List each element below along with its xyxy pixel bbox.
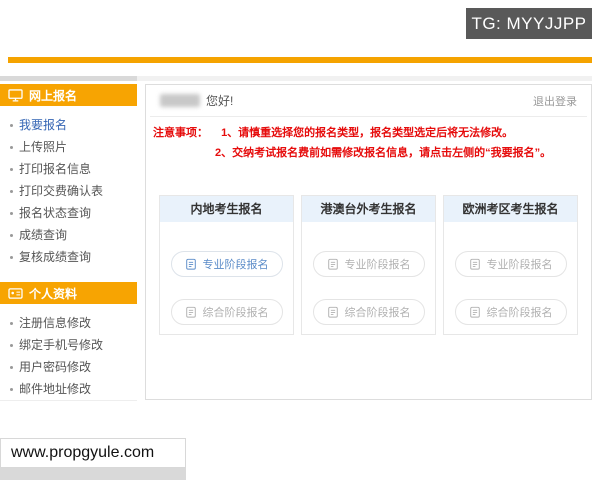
document-icon bbox=[469, 306, 480, 318]
sidebar-item-edit-email[interactable]: 邮件地址修改 bbox=[0, 378, 137, 400]
card-europe: 欧洲考区考生报名 专业阶段报名 综合阶段报名 bbox=[443, 195, 578, 335]
sidebar-item-score-review-query[interactable]: 复核成绩查询 bbox=[0, 246, 137, 268]
sidebar-item-edit-registration-info[interactable]: 注册信息修改 bbox=[0, 312, 137, 334]
bullet-dot bbox=[10, 343, 13, 347]
document-icon bbox=[185, 258, 196, 270]
sidebar-item-print-registration-info[interactable]: 打印报名信息 bbox=[0, 158, 137, 180]
bullet-dot bbox=[10, 233, 13, 237]
user-name-redacted bbox=[160, 94, 200, 107]
sidebar-menu-personal: 注册信息修改 绑定手机号修改 用户密码修改 邮件地址修改 bbox=[0, 312, 137, 400]
hmt-professional-stage-button[interactable]: 专业阶段报名 bbox=[312, 251, 425, 277]
card-body: 专业阶段报名 综合阶段报名 bbox=[302, 222, 435, 333]
top-watermark-badge: TG: MYYJJPP bbox=[466, 8, 592, 39]
sidebar-item-edit-phone-number[interactable]: 绑定手机号修改 bbox=[0, 334, 137, 356]
greeting-text: 您好! bbox=[206, 94, 234, 108]
monitor-icon bbox=[8, 88, 23, 102]
sidebar-item-registration-status-query[interactable]: 报名状态查询 bbox=[0, 202, 137, 224]
sidebar-item-print-payment-confirmation[interactable]: 打印交费确认表 bbox=[0, 180, 137, 202]
card-mainland: 内地考生报名 专业阶段报名 综合阶段报名 bbox=[159, 195, 294, 335]
bullet-dot bbox=[10, 123, 13, 127]
notice-item: 1、请慎重选择您的报名类型，报名类型选定后将无法修改。 bbox=[221, 127, 514, 139]
bullet-dot bbox=[10, 145, 13, 149]
sidebar: 网上报名 我要报名 上传照片 打印报名信息 打印交费确认表 报名状态查询 成绩查… bbox=[0, 84, 137, 401]
main-panel: 您好! 退出登录 注意事项： 1、请慎重选择您的报名类型，报名类型选定后将无法修… bbox=[145, 84, 592, 400]
card-body: 专业阶段报名 综合阶段报名 bbox=[160, 222, 293, 333]
sidebar-item-edit-password[interactable]: 用户密码修改 bbox=[0, 356, 137, 378]
bottom-watermark: www.propgyule.com bbox=[0, 438, 186, 468]
hmt-comprehensive-stage-button[interactable]: 综合阶段报名 bbox=[312, 299, 425, 325]
document-icon bbox=[327, 258, 338, 270]
bullet-dot bbox=[10, 321, 13, 325]
bullet-dot bbox=[10, 189, 13, 193]
europe-comprehensive-stage-button[interactable]: 综合阶段报名 bbox=[454, 299, 567, 325]
document-icon bbox=[185, 306, 196, 318]
mainland-professional-stage-button[interactable]: 专业阶段报名 bbox=[170, 251, 283, 277]
europe-professional-stage-button[interactable]: 专业阶段报名 bbox=[454, 251, 567, 277]
mainland-comprehensive-stage-button[interactable]: 综合阶段报名 bbox=[170, 299, 283, 325]
bullet-dot bbox=[10, 255, 13, 259]
sidebar-section-personal-info: 个人资料 bbox=[0, 282, 137, 304]
notice-line-1: 注意事项： 1、请慎重选择您的报名类型，报名类型选定后将无法修改。 bbox=[153, 123, 583, 143]
card-title: 港澳台外考生报名 bbox=[302, 196, 435, 222]
card-title: 内地考生报名 bbox=[160, 196, 293, 222]
id-card-icon bbox=[8, 287, 23, 299]
notice-item: 2、交纳考试报名费前如需修改报名信息，请点击左侧的“我要报名”。 bbox=[215, 147, 552, 159]
bullet-dot bbox=[10, 211, 13, 215]
orange-divider-bar bbox=[8, 57, 592, 63]
notice-line-2: 2、交纳考试报名费前如需修改报名信息，请点击左侧的“我要报名”。 bbox=[153, 143, 583, 163]
sidebar-menu-online: 我要报名 上传照片 打印报名信息 打印交费确认表 报名状态查询 成绩查询 复核成… bbox=[0, 114, 137, 268]
bottom-watermark-strip bbox=[0, 468, 186, 480]
logout-link[interactable]: 退出登录 bbox=[533, 93, 577, 109]
document-icon bbox=[327, 306, 338, 318]
content-top-strip-left bbox=[0, 76, 137, 81]
registration-cards: 内地考生报名 专业阶段报名 综合阶段报名 港澳台外考生报名 专业阶段报名 综合阶… bbox=[146, 195, 591, 335]
greeting-row: 您好! 退出登录 bbox=[146, 85, 591, 114]
sidebar-section-title: 网上报名 bbox=[29, 88, 78, 103]
sidebar-item-score-query[interactable]: 成绩查询 bbox=[0, 224, 137, 246]
document-icon bbox=[469, 258, 480, 270]
notice-label: 注意事项： bbox=[153, 127, 208, 139]
sidebar-section-online-registration: 网上报名 bbox=[0, 84, 137, 106]
bullet-dot bbox=[10, 167, 13, 171]
card-title: 欧洲考区考生报名 bbox=[444, 196, 577, 222]
card-hmt-foreign: 港澳台外考生报名 专业阶段报名 综合阶段报名 bbox=[301, 195, 436, 335]
sidebar-item-upload-photo[interactable]: 上传照片 bbox=[0, 136, 137, 158]
greeting: 您好! bbox=[160, 92, 233, 109]
notice-block: 注意事项： 1、请慎重选择您的报名类型，报名类型选定后将无法修改。 2、交纳考试… bbox=[146, 117, 591, 163]
bullet-dot bbox=[10, 365, 13, 369]
card-body: 专业阶段报名 综合阶段报名 bbox=[444, 222, 577, 333]
bullet-dot bbox=[10, 387, 13, 391]
sidebar-section-title: 个人资料 bbox=[29, 286, 78, 301]
sidebar-item-register[interactable]: 我要报名 bbox=[0, 114, 137, 136]
